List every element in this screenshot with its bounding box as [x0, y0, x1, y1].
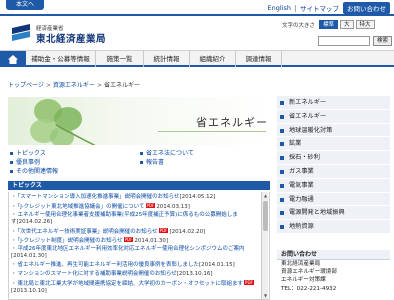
- pdf-icon: PDF: [244, 280, 254, 285]
- nav-item-procurement[interactable]: 調達情報: [236, 51, 282, 67]
- breadcrumb: トップページ > 資源エネルギー > 省エネルギー: [8, 82, 140, 89]
- divider: [295, 4, 296, 12]
- list-item[interactable]: ・「スマートマンション導入加速化推進事業」説明会開催のお知らせ[2014.05.…: [11, 194, 261, 201]
- link-other-info[interactable]: その他関連情報: [10, 166, 58, 175]
- sidebar-item-geothermal[interactable]: 地熱資源: [277, 220, 390, 234]
- english-link[interactable]: English: [266, 4, 293, 12]
- link-good-practices[interactable]: 優良事例: [10, 157, 40, 166]
- sidebar-menu: 新エネルギー 省エネルギー 地球温暖化対策 鉱業 採石・砂利 ガス事業 電気事業…: [277, 96, 390, 234]
- header-rule: [0, 14, 394, 16]
- pdf-icon: PDF: [123, 237, 134, 242]
- list-item[interactable]: ・「J-クレジット制度」説明会開催のお知らせ PDF 2014.01.30]: [11, 237, 261, 245]
- topics-heading: トピックス: [8, 181, 270, 190]
- inquiry-heading: お問い合わせ: [277, 250, 390, 260]
- inquiry-box: お問い合わせ 東北経済産業局 資源エネルギー環境部 エネルギー対策課 TEL：0…: [277, 250, 390, 293]
- list-item[interactable]: ・「J-クレジット東北地域推進協議会」の開催について PDF 2014.03.13]: [11, 203, 261, 211]
- search-input[interactable]: [318, 36, 370, 46]
- pdf-icon: PDF: [145, 203, 156, 208]
- sidebar-item-electricity[interactable]: 電気事業: [277, 178, 390, 193]
- sidebar-item-quarrying[interactable]: 採石・砂利: [277, 151, 390, 165]
- page-title: 省エネルギー: [196, 116, 268, 129]
- title-underline: [158, 131, 266, 132]
- list-item[interactable]: ・マンションのスマート化に対する補助事業説明会開催のお知らせ[2013.10.1…: [11, 271, 261, 278]
- scroll-down-icon[interactable]: ▼: [263, 293, 268, 299]
- scrollbar-thumb[interactable]: [263, 201, 268, 231]
- inquiry-line: 資源エネルギー環境部: [281, 269, 337, 276]
- font-size-label: 文字の大きさ: [282, 22, 316, 29]
- font-size-large-button[interactable]: 大: [340, 20, 354, 29]
- skip-to-content-link[interactable]: 本文へ: [6, 0, 44, 10]
- nav-item-statistics[interactable]: 統計情報: [144, 51, 190, 67]
- nav-item-organization[interactable]: 組織紹介: [190, 51, 236, 67]
- clover-leaf-icon: [30, 99, 96, 145]
- link-topics[interactable]: トピックス: [10, 148, 46, 157]
- list-item[interactable]: ・平成26年度東北地区エネルギー利用効率化対応エネルギー使用合理化シンポジウムの…: [11, 246, 261, 260]
- sidebar-item-power-exchange[interactable]: 電力融通: [277, 192, 390, 207]
- sidebar-item-mining[interactable]: 鉱業: [277, 137, 390, 152]
- contact-link[interactable]: お問い合わせ: [343, 2, 390, 14]
- topics-list: ・「スマートマンション導入加速化推進事業」説明会開催のお知らせ[2014.05.…: [8, 192, 270, 300]
- sidebar-item-global-warming[interactable]: 地球温暖化対策: [277, 123, 390, 138]
- breadcrumb-home[interactable]: トップページ: [8, 82, 44, 89]
- logo-title: 東北経済産業局: [36, 34, 107, 45]
- inquiry-line: 東北経済産業局: [281, 261, 321, 267]
- breadcrumb-current: 省エネルギー: [103, 82, 140, 89]
- pdf-icon: PDF: [158, 228, 169, 233]
- inquiry-phone: TEL：022-221-4932: [281, 285, 337, 292]
- home-nav-button[interactable]: [0, 51, 26, 67]
- hero-banner: 省エネルギー: [8, 97, 270, 145]
- font-size-switcher: 文字の大きさ 標準 大 特大: [282, 20, 375, 29]
- sidebar-item-new-energy[interactable]: 新エネルギー: [277, 96, 390, 110]
- scroll-up-icon[interactable]: ▲: [263, 193, 268, 199]
- search-button[interactable]: 検索: [373, 36, 393, 46]
- list-item[interactable]: ・「次世代エネルギー技術実証事業」説明会開催のお知らせ PDF [2014.02.2…: [11, 228, 261, 236]
- sidebar-item-power-development[interactable]: 電源開発と地域振興: [277, 206, 390, 221]
- nav-item-policies[interactable]: 施策一覧: [96, 51, 144, 67]
- site-search: 検索: [318, 36, 393, 46]
- logo-mark-icon: [12, 24, 30, 41]
- global-nav: 補助金・公募等情報 施策一覧 統計情報 組織紹介 調達情報: [0, 50, 394, 67]
- home-icon: [8, 54, 18, 64]
- sitemap-link[interactable]: サイトマップ: [298, 3, 341, 13]
- topics-scrollbar[interactable]: ▲ ▼: [261, 192, 268, 299]
- utility-links: English サイトマップ お問い合わせ: [266, 2, 390, 14]
- link-reports[interactable]: 報告書: [140, 157, 164, 166]
- font-size-normal-button[interactable]: 標準: [319, 20, 339, 29]
- link-energy-law[interactable]: 省エネ法について: [140, 148, 194, 157]
- list-item[interactable]: ・エネルギー使用合理化事業者支援補助事業(平成25年度補正予算)に係るもの公募開…: [11, 212, 261, 226]
- list-item[interactable]: ・東北局と東北工業大学が地域間連携協定を締結、大学初のカーボン・オフセットに取組…: [11, 280, 261, 295]
- inquiry-line: エネルギー対策課: [281, 277, 326, 284]
- site-logo[interactable]: 経済産業省 東北経済産業局: [10, 22, 130, 48]
- sidebar-item-energy-saving[interactable]: 省エネルギー: [277, 109, 390, 124]
- breadcrumb-resources[interactable]: 資源エネルギー: [53, 82, 95, 89]
- list-item[interactable]: ・省エネルギー推進、再生可能エネルギー利活用の優良事例を表彰しました[2014.…: [11, 262, 261, 269]
- nav-item-subsidies[interactable]: 補助金・公募等情報: [26, 51, 96, 67]
- sidebar-item-gas[interactable]: ガス事業: [277, 164, 390, 179]
- font-size-xlarge-button[interactable]: 特大: [355, 20, 375, 29]
